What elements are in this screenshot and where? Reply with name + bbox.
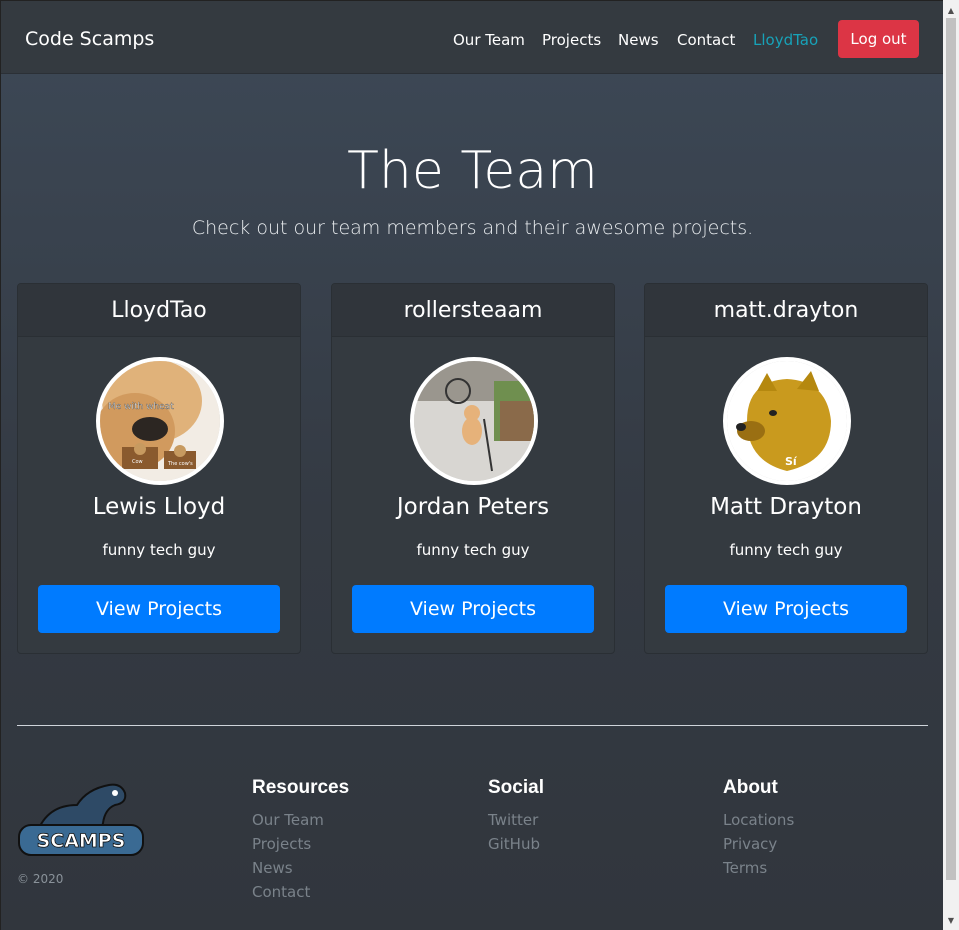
footer-resources: Resources Our Team Projects News Contact <box>252 777 349 904</box>
copyright: © 2020 <box>17 872 64 886</box>
page: Code Scamps Our Team Projects News Conta… <box>0 0 944 930</box>
member-avatar: Me with wheat Cow The cow's <box>96 357 224 485</box>
page-title: The Team <box>347 141 598 201</box>
navbar: Code Scamps Our Team Projects News Conta… <box>1 1 944 74</box>
avatar-caption: Sí <box>785 455 798 468</box>
dog-photo-icon <box>414 361 534 481</box>
member-card: LloydTao Me with wheat Cow The cow's Lew… <box>17 283 301 654</box>
logo-text: SCAMPS <box>37 830 126 852</box>
footer-divider <box>17 725 928 726</box>
nav-our-team[interactable]: Our Team <box>453 31 525 49</box>
member-name: Lewis Lloyd <box>92 494 226 520</box>
scrollbar[interactable]: ▲ ▼ <box>943 0 959 930</box>
avatar-caption: Me with wheat <box>108 402 174 412</box>
footer-link-twitter[interactable]: Twitter <box>488 808 544 832</box>
footer-about: About Locations Privacy Terms <box>723 777 794 880</box>
footer-link-contact[interactable]: Contact <box>252 880 349 904</box>
footer-link-privacy[interactable]: Privacy <box>723 832 794 856</box>
member-avatar <box>410 357 538 485</box>
scamps-logo: SCAMPS <box>18 783 144 856</box>
footer-link-our-team[interactable]: Our Team <box>252 808 349 832</box>
footer-heading: Resources <box>252 777 350 798</box>
footer-link-news[interactable]: News <box>252 856 349 880</box>
footer-heading: Social <box>488 777 544 798</box>
logout-button[interactable]: Log out <box>838 20 919 58</box>
footer-link-terms[interactable]: Terms <box>723 856 794 880</box>
nav-projects[interactable]: Projects <box>542 31 601 49</box>
footer-link-github[interactable]: GitHub <box>488 832 544 856</box>
member-card: rollersteaam Jordan Peters funny tech gu… <box>331 283 615 654</box>
nav-user-profile[interactable]: LloydTao <box>753 31 818 49</box>
member-username: LloydTao <box>18 284 300 337</box>
member-card: matt.drayton Sí Matt Drayton funny tech … <box>644 283 928 654</box>
footer-link-projects[interactable]: Projects <box>252 832 349 856</box>
member-username: matt.drayton <box>645 284 927 337</box>
nav-news[interactable]: News <box>618 31 659 49</box>
page-subtitle: Check out our team members and their awe… <box>191 217 754 239</box>
footer-social: Social Twitter GitHub <box>488 777 544 856</box>
scroll-down-arrow-icon[interactable]: ▼ <box>943 912 959 928</box>
member-bio: funny tech guy <box>729 541 843 559</box>
scroll-up-arrow-icon[interactable]: ▲ <box>943 2 959 18</box>
view-projects-button[interactable]: View Projects <box>665 585 907 633</box>
view-projects-button[interactable]: View Projects <box>352 585 594 633</box>
dog-photo-icon: Me with wheat Cow The cow's <box>100 361 220 481</box>
view-projects-button[interactable]: View Projects <box>38 585 280 633</box>
dog-photo-icon: Sí <box>727 361 847 481</box>
member-username: rollersteaam <box>332 284 614 337</box>
member-avatar: Sí <box>723 357 851 485</box>
member-bio: funny tech guy <box>102 541 216 559</box>
footer-heading: About <box>723 777 778 798</box>
avatar-small-caption-left: Cow <box>132 459 143 465</box>
footer-link-locations[interactable]: Locations <box>723 808 794 832</box>
nav-contact[interactable]: Contact <box>677 31 735 49</box>
member-bio: funny tech guy <box>416 541 530 559</box>
scrollbar-thumb[interactable] <box>946 18 956 880</box>
member-name: Matt Drayton <box>710 494 862 520</box>
brand-link[interactable]: Code Scamps <box>25 28 154 50</box>
avatar-small-caption-right: The cow's <box>167 461 193 467</box>
member-name: Jordan Peters <box>396 494 550 520</box>
